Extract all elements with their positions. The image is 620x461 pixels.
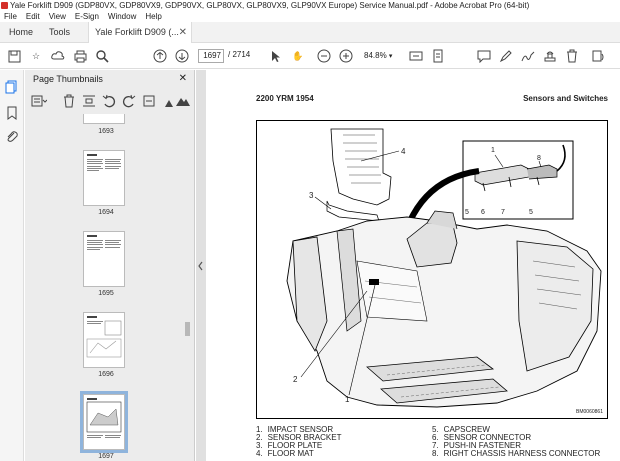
chevron-down-icon: ▾ [388, 53, 393, 60]
comment-icon[interactable] [476, 48, 492, 64]
search-icon[interactable] [94, 48, 110, 64]
scrollbar-thumb[interactable] [185, 322, 190, 336]
select-cursor-icon[interactable] [268, 48, 284, 64]
menu-help[interactable]: Help [145, 11, 161, 22]
embed-page-icon[interactable] [141, 93, 157, 109]
navigation-rail [0, 70, 24, 461]
callout-1-inset: 1 [491, 147, 495, 154]
callout-8: 8 [537, 155, 541, 162]
callout-4: 4 [401, 147, 406, 156]
hand-tool-icon[interactable]: ✋ [290, 48, 306, 64]
zoom-in-icon[interactable] [338, 48, 354, 64]
panel-header: Page Thumbnails ✕ [25, 70, 195, 88]
tab-bar: Home Tools Yale Forklift D909 (... ✕ [0, 22, 620, 43]
callout-1-main: 1 [345, 395, 350, 404]
page-header-code: 2200 YRM 1954 [256, 94, 314, 103]
window-titlebar: Yale Forklift D909 (GDP80VX, GDP80VX9, G… [0, 0, 620, 11]
thumbnail-label: 1696 [98, 371, 114, 378]
legend-column-left: 1. IMPACT SENSOR 2. SENSOR BRACKET 3. FLOOR… [256, 426, 341, 458]
page-total: / 2714 [228, 50, 251, 59]
bookmark-star-icon[interactable]: ☆ [28, 48, 44, 64]
thumbnail-label: 1697 [98, 453, 114, 460]
thumbnails-scrollbar[interactable] [184, 118, 191, 461]
thumbnail-options-icon[interactable] [31, 93, 47, 109]
bookmarks-icon[interactable] [5, 106, 19, 120]
zoom-level[interactable]: 84.8% ▾ [364, 49, 400, 63]
callout-5b: 5 [529, 209, 533, 216]
panel-title: Page Thumbnails [33, 74, 103, 84]
zoom-out-icon[interactable] [316, 48, 332, 64]
menu-edit[interactable]: Edit [26, 11, 40, 22]
menu-file[interactable]: File [4, 11, 17, 22]
zoom-value: 84.8% [364, 51, 387, 60]
undo-icon[interactable] [101, 93, 117, 109]
delete-icon[interactable] [564, 48, 580, 64]
legend-item: 4. FLOOR MAT [256, 449, 314, 458]
redo-icon[interactable] [121, 93, 137, 109]
tab-home[interactable]: Home [0, 22, 42, 43]
thumbnails-list: 1693 1694 1695 1696 1697 [25, 114, 195, 461]
acrobat-logo-icon [1, 2, 8, 9]
callout-5a: 5 [465, 209, 469, 216]
tab-document[interactable]: Yale Forklift D909 (... ✕ [88, 22, 192, 43]
tab-tools[interactable]: Tools [40, 22, 79, 43]
insert-page-icon[interactable] [81, 93, 97, 109]
sign-icon[interactable] [520, 48, 536, 64]
thumbnail-page[interactable] [83, 312, 125, 368]
menu-view[interactable]: View [49, 11, 66, 22]
menu-window[interactable]: Window [108, 11, 136, 22]
thumbnail-label: 1693 [98, 128, 114, 135]
tab-document-label: Yale Forklift D909 (... [95, 27, 179, 37]
page-thumbnails-icon[interactable] [5, 80, 19, 94]
attachments-icon[interactable] [5, 130, 19, 144]
menu-esign[interactable]: E-Sign [75, 11, 99, 22]
close-icon[interactable]: ✕ [179, 22, 187, 43]
close-icon[interactable]: ✕ [179, 70, 187, 88]
callout-7: 7 [501, 209, 505, 216]
page-number-input[interactable]: 1697 [198, 49, 224, 63]
page-header-section: Sensors and Switches [523, 94, 608, 103]
panel-divider[interactable] [196, 70, 206, 461]
delete-page-icon[interactable] [61, 93, 77, 109]
window-title: Yale Forklift D909 (GDP80VX, GDP80VX9, G… [10, 1, 530, 10]
save-icon[interactable] [6, 48, 22, 64]
figure-code: BM0060861 [576, 409, 603, 415]
panel-toolbar [25, 90, 195, 112]
thumbnails-panel: Page Thumbnails ✕ 1693 1694 1695 1696 16… [25, 70, 195, 461]
thumbnail-label: 1695 [98, 290, 114, 297]
rotate-page-icon[interactable] [590, 48, 606, 64]
scroll-mode-icon[interactable] [430, 48, 446, 64]
callout-3: 3 [309, 191, 314, 200]
thumbnail-page[interactable] [83, 231, 125, 287]
thumbnail-page[interactable] [83, 150, 125, 206]
callout-2: 2 [293, 375, 298, 384]
legend-item: 8. RIGHT CHASSIS HARNESS CONNECTOR [432, 449, 601, 458]
stamp-icon[interactable] [542, 48, 558, 64]
collapse-panel-icon[interactable] [196, 70, 206, 461]
marquee-zoom-icon[interactable] [408, 48, 424, 64]
thumbnail-page[interactable] [83, 114, 125, 124]
forklift-diagram [286, 128, 602, 408]
thumbnail-label: 1694 [98, 209, 114, 216]
menu-bar: File Edit View E-Sign Window Help [0, 11, 620, 22]
upload-cloud-icon[interactable] [50, 48, 66, 64]
highlight-pen-icon[interactable] [498, 48, 514, 64]
thumbnail-page-selected[interactable] [80, 391, 128, 453]
legend-column-right: 5. CAPSCREW 6. SENSOR CONNECTOR 7. PUSH-IN … [432, 426, 600, 458]
thumbnail-size-large-icon[interactable] [175, 93, 191, 109]
document-view: 2200 YRM 1954 Sensors and Switches 4 3 2… [206, 70, 620, 461]
page-down-icon[interactable] [174, 48, 190, 64]
print-icon[interactable] [72, 48, 88, 64]
toolbar: ☆ 1697 / 2714 ✋ 84.8% ▾ [0, 43, 620, 69]
callout-6: 6 [481, 209, 485, 216]
page-up-icon[interactable] [152, 48, 168, 64]
technical-figure: 4 3 2 1 1 8 5 6 7 5 BM0060861 [256, 120, 608, 419]
